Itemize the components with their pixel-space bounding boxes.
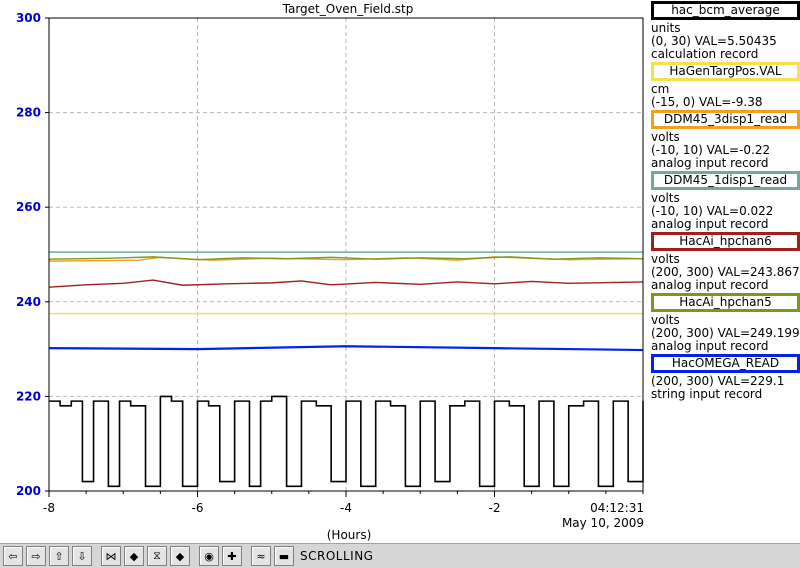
legend-box[interactable]: hac_bcm_average [651,1,800,20]
toolbar: ⇦ ⇨ ⇧ ⇩ ⋈ ◆ ⧖ ◆ ◉ ✚ ≈ ▬ SCROLLING [0,543,800,568]
legend-info-line: (-15, 0) VAL=-9.38 [651,95,763,109]
series-line-hac-bcm-average [49,395,644,488]
legend-entry: HacAi_hpchan6 volts (200, 300) VAL=243.867… [651,232,800,292]
scroll-right-icon: ⇨ [31,549,41,563]
scroll-right-button[interactable]: ⇨ [26,546,46,566]
legend-info-line: analog input record [651,156,769,170]
x-tick-label: -8 [43,501,55,515]
chart-title: Target_Oven_Field.stp [282,2,414,16]
y-tick-label: 240 [16,295,41,309]
x-axis: -8 -6 -4 -2 [43,491,644,515]
zoom-in-y-icon: ⧖ [153,549,161,562]
x-tick-label: -4 [340,501,352,515]
y-tick-label: 300 [16,11,41,25]
legend-entry: HaGenTargPos.VAL cm (-15, 0) VAL=-9.38 [651,62,800,109]
legend-entry: HacAi_hpchan5 volts (200, 300) VAL=249.199… [651,293,800,353]
add-icon: ✚ [227,549,237,563]
legend-box[interactable]: HacOMEGA_READ [651,354,800,373]
legend-box[interactable]: DDM45_3disp1_read [651,110,800,129]
legend-entry: DDM45_3disp1_read volts (-10, 10) VAL=-0.2… [651,110,800,170]
zoom-in-x-icon: ⋈ [105,549,117,563]
legend-info-line: calculation record [651,47,759,61]
legend-box[interactable]: HacAi_hpchan5 [651,293,800,312]
status-text: SCROLLING [300,549,374,563]
legend-info-line: analog input record [651,278,769,292]
date-label: May 10, 2009 [562,516,644,530]
print-icon: ▬ [278,549,290,563]
x-axis-label: (Hours) [327,528,372,542]
legend-info-line: analog input record [651,339,769,353]
legend-box[interactable]: HacAi_hpchan6 [651,232,800,251]
zoom-in-y-button[interactable]: ⧖ [147,546,167,566]
auto-scale-button[interactable]: ◉ [199,546,219,566]
y-tick-label: 200 [16,484,41,498]
y-tick-label: 280 [16,106,41,120]
config-icon: ≈ [256,549,266,563]
x-tick-label: -6 [192,501,204,515]
y-tick-label: 220 [16,389,41,403]
x-tick-label: -2 [489,501,501,515]
y-axis: 200 220 240 260 280 300 [16,11,49,498]
scroll-down-button[interactable]: ⇩ [72,546,92,566]
scroll-up-button[interactable]: ⇧ [49,546,69,566]
y-tick-label: 260 [16,200,41,214]
legend-entry: HacOMEGA_READ (200, 300) VAL=229.1 string … [651,354,800,401]
auto-scale-icon: ◉ [204,549,214,563]
legend-box[interactable]: DDM45_1disp1_read [651,171,800,190]
scroll-down-icon: ⇩ [77,549,87,563]
legend-entry: DDM45_1disp1_read volts (-10, 10) VAL=0.02… [651,171,800,231]
zoom-out-x-button[interactable]: ◆ [124,546,144,566]
zoom-in-x-button[interactable]: ⋈ [101,546,121,566]
legend-info-line: string input record [651,387,763,401]
add-button[interactable]: ✚ [222,546,242,566]
legend-box[interactable]: HaGenTargPos.VAL [651,62,800,81]
scroll-up-icon: ⇧ [54,549,64,563]
print-button[interactable]: ▬ [274,546,294,566]
zoom-out-x-icon: ◆ [129,549,139,563]
legend-info-line: analog input record [651,217,769,231]
scroll-left-icon: ⇦ [8,549,18,563]
legend: hac_bcm_average units (0, 30) VAL=5.50435 c… [651,0,800,401]
scroll-left-button[interactable]: ⇦ [3,546,23,566]
legend-entry: hac_bcm_average units (0, 30) VAL=5.50435 c… [651,1,800,61]
time-label: 04:12:31 [590,501,644,515]
zoom-out-y-button[interactable]: ◆ [170,546,190,566]
config-button[interactable]: ≈ [251,546,271,566]
zoom-out-y-icon: ◆ [175,549,185,563]
